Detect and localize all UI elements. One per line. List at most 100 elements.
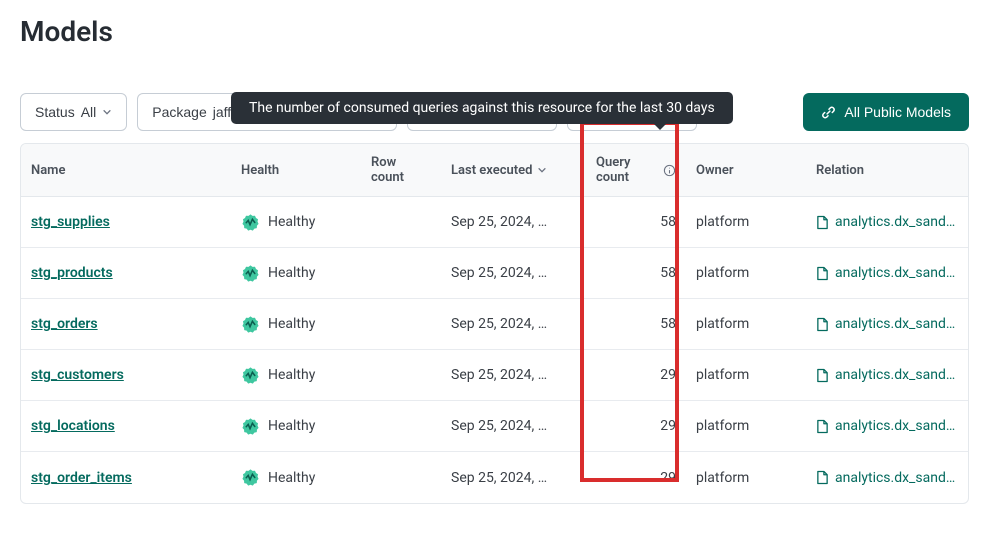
relation-text: analytics.dx_sand… (835, 316, 955, 332)
status-filter-label: Status (35, 104, 75, 120)
relation-link[interactable]: analytics.dx_sand… (816, 470, 955, 486)
model-link[interactable]: stg_products (31, 265, 113, 281)
cell-relation: analytics.dx_sand… (806, 403, 969, 449)
cell-relation: analytics.dx_sand… (806, 199, 969, 245)
cell-health: Healthy (231, 198, 361, 247)
table-header: Name Health Row count Last executed Quer… (21, 144, 968, 197)
document-icon (816, 368, 829, 383)
health-text: Healthy (268, 265, 315, 281)
models-table: Name Health Row count Last executed Quer… (20, 143, 969, 504)
col-health-label: Health (241, 163, 279, 178)
cell-lastexec: Sep 25, 2024, … (441, 352, 586, 398)
all-public-models-label: All Public Models (844, 104, 951, 120)
cell-relation: analytics.dx_sand… (806, 301, 969, 347)
cell-querycount: 58 (586, 250, 686, 296)
relation-link[interactable]: analytics.dx_sand… (816, 214, 955, 230)
cell-lastexec: Sep 25, 2024, … (441, 199, 586, 245)
relation-link[interactable]: analytics.dx_sand… (816, 418, 955, 434)
col-name-label: Name (31, 163, 65, 178)
cell-querycount: 58 (586, 199, 686, 245)
health-text: Healthy (268, 470, 315, 486)
document-icon (816, 470, 829, 485)
table-row: stg_order_items Healthy Sep 25, 2024, … … (21, 452, 968, 503)
cell-lastexec: Sep 25, 2024, … (441, 455, 586, 501)
model-link[interactable]: stg_customers (31, 367, 124, 383)
cell-owner: platform (686, 301, 806, 347)
package-filter-label: Package (152, 104, 206, 120)
table-row: stg_customers Healthy Sep 25, 2024, … 29… (21, 350, 968, 401)
relation-link[interactable]: analytics.dx_sand… (816, 367, 955, 383)
cell-name: stg_supplies (21, 199, 231, 245)
cell-rowcount (361, 207, 441, 237)
table-row: stg_products Healthy Sep 25, 2024, … 58 … (21, 248, 968, 299)
relation-text: analytics.dx_sand… (835, 418, 955, 434)
cell-owner: platform (686, 250, 806, 296)
info-icon (663, 164, 676, 177)
cell-owner: platform (686, 199, 806, 245)
cell-name: stg_customers (21, 352, 231, 398)
document-icon (816, 419, 829, 434)
cell-relation: analytics.dx_sand… (806, 352, 969, 398)
model-link[interactable]: stg_order_items (31, 470, 132, 486)
health-icon (241, 417, 260, 436)
cell-owner: platform (686, 403, 806, 449)
health-text: Healthy (268, 316, 315, 332)
health-icon (241, 264, 260, 283)
table-row: stg_locations Healthy Sep 25, 2024, … 29… (21, 401, 968, 452)
table-body: stg_supplies Healthy Sep 25, 2024, … 58 … (21, 197, 968, 503)
model-link[interactable]: stg_supplies (31, 214, 110, 230)
relation-text: analytics.dx_sand… (835, 265, 955, 281)
cell-relation: analytics.dx_sand… (806, 250, 969, 296)
cell-rowcount (361, 360, 441, 390)
model-link[interactable]: stg_locations (31, 418, 115, 434)
chevron-down-icon (537, 165, 547, 175)
cell-name: stg_locations (21, 403, 231, 449)
cell-health: Healthy (231, 453, 361, 502)
col-name[interactable]: Name (21, 144, 231, 196)
col-rowcount[interactable]: Row count (361, 144, 441, 196)
cell-rowcount (361, 411, 441, 441)
table-row: stg_orders Healthy Sep 25, 2024, … 58 pl… (21, 299, 968, 350)
cell-rowcount (361, 258, 441, 288)
relation-text: analytics.dx_sand… (835, 214, 955, 230)
health-text: Healthy (268, 367, 315, 383)
col-owner-label: Owner (696, 163, 734, 178)
col-lastexec[interactable]: Last executed (441, 144, 586, 196)
model-link[interactable]: stg_orders (31, 316, 98, 332)
all-public-models-button[interactable]: All Public Models (803, 93, 969, 131)
cell-health: Healthy (231, 249, 361, 298)
status-filter[interactable]: Status All (20, 93, 127, 131)
col-rowcount-label: Row count (371, 155, 431, 185)
col-relation-label: Relation (816, 163, 864, 178)
document-icon (816, 215, 829, 230)
cell-owner: platform (686, 352, 806, 398)
cell-owner: platform (686, 455, 806, 501)
relation-text: analytics.dx_sand… (835, 470, 955, 486)
col-relation[interactable]: Relation (806, 144, 969, 196)
col-lastexec-label: Last executed (451, 163, 532, 178)
col-querycount-label: Query count (596, 155, 658, 185)
cell-querycount: 29 (586, 403, 686, 449)
relation-link[interactable]: analytics.dx_sand… (816, 265, 955, 281)
col-owner[interactable]: Owner (686, 144, 806, 196)
cell-lastexec: Sep 25, 2024, … (441, 403, 586, 449)
link-icon (821, 105, 836, 120)
cell-querycount: 29 (586, 352, 686, 398)
health-text: Healthy (268, 214, 315, 230)
cell-rowcount (361, 309, 441, 339)
cell-lastexec: Sep 25, 2024, … (441, 250, 586, 296)
cell-name: stg_orders (21, 301, 231, 347)
cell-rowcount (361, 463, 441, 493)
page-title: Models (20, 15, 969, 48)
status-filter-value: All (81, 104, 97, 120)
cell-health: Healthy (231, 300, 361, 349)
chevron-down-icon (102, 107, 112, 117)
relation-link[interactable]: analytics.dx_sand… (816, 316, 955, 332)
document-icon (816, 317, 829, 332)
col-health[interactable]: Health (231, 144, 361, 196)
col-querycount[interactable]: Query count (586, 144, 686, 196)
cell-relation: analytics.dx_sand… (806, 455, 969, 501)
health-icon (241, 366, 260, 385)
cell-name: stg_order_items (21, 455, 231, 501)
cell-health: Healthy (231, 402, 361, 451)
